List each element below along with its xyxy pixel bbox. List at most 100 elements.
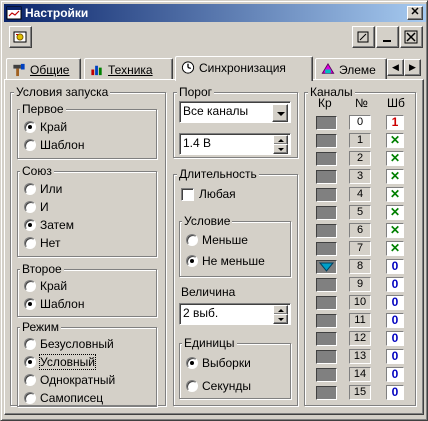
channel-number[interactable]: 12 [349,331,371,346]
channel-edge-toggle[interactable] [316,368,337,382]
channel-row: 80 [305,259,415,276]
pin-icon [357,31,369,43]
mode-group: Режим Безусловный Условный Однократный С… [17,320,157,407]
mode-conditional-radio-indicator [24,356,36,368]
channel-edge-toggle[interactable] [316,278,337,292]
channel-number[interactable]: 15 [349,385,371,400]
channel-number[interactable]: 1 [349,133,371,148]
magnitude-input[interactable]: 2 выб. [179,303,291,325]
channel-edge-toggle[interactable] [316,350,337,364]
threshold-legend: Порог [177,85,215,99]
channel-template-cell[interactable]: 0 [386,295,404,310]
threshold-decrement-button[interactable] [273,144,288,154]
channel-number[interactable]: 5 [349,205,371,220]
spin-up-icon [278,139,284,142]
channel-template-cell[interactable]: 1 [386,115,404,130]
channel-number[interactable]: 6 [349,223,371,238]
tab-technique-label: Техника [108,63,153,77]
channel-template-cell[interactable]: ✕ [386,133,404,148]
channel-row: 90 [305,277,415,294]
tab-scroll-left-button[interactable]: ◀ [387,59,404,76]
threshold-group: Порог Все каналы 1.4 В [173,85,298,158]
second-edge-radio-indicator [24,280,36,292]
tab-general[interactable]: Общие [6,58,81,79]
title-bar[interactable]: Настройки ✕ [4,4,426,22]
channel-number[interactable]: 9 [349,277,371,292]
channels-group: Каналы Кр № Шб 0 1 1 ✕ 2 ✕ 3 ✕ 4 ✕ 5 ✕ 6 ✕ 7 ✕ 8 0 9 0 10 0 11… [304,85,416,406]
channel-edge-toggle[interactable] [316,134,337,148]
close-button[interactable]: ✕ [407,6,423,20]
toolbar-settings-button[interactable] [9,26,32,48]
channel-template-cell[interactable]: ✕ [386,169,404,184]
channel-edge-toggle[interactable] [316,170,337,184]
channel-number[interactable]: 11 [349,313,371,328]
minimize-icon [383,40,391,42]
mode-legend: Режим [20,320,61,334]
channel-template-cell[interactable]: 0 [386,331,404,346]
channel-edge-toggle[interactable] [316,188,337,202]
channel-template-cell[interactable]: ✕ [386,151,404,166]
channel-number[interactable]: 13 [349,349,371,364]
channel-edge-toggle[interactable] [316,314,337,328]
channel-select-dropdown-button[interactable] [272,104,288,122]
threshold-input[interactable]: 1.4 В [179,133,291,155]
pin-button[interactable] [352,26,375,48]
channel-number[interactable]: 3 [349,169,371,184]
channel-template-cell[interactable]: ✕ [386,205,404,220]
mode-recorder-radio-indicator [24,392,36,404]
duration-legend: Длительность [177,167,259,181]
channel-template-cell[interactable]: 0 [386,313,404,328]
channel-select[interactable]: Все каналы [179,101,291,123]
mode-conditional-label: Условный [39,354,96,370]
channel-row: 5 ✕ [305,205,415,222]
channel-template-cell[interactable]: ✕ [386,241,404,256]
channel-edge-toggle[interactable] [316,224,337,238]
magnitude-decrement-button[interactable] [273,314,288,324]
channel-template-cell[interactable]: ✕ [386,223,404,238]
second-template-label: Шаблон [40,297,85,311]
arrow-left-icon: ◀ [392,62,399,72]
channel-edge-toggle[interactable] [316,260,337,274]
channel-edge-toggle[interactable] [316,206,337,220]
channel-edge-toggle[interactable] [316,116,337,130]
tab-synchronization-label: Синхронизация [199,61,286,75]
magnitude-value: 2 выб. [183,306,219,320]
second-edge-label: Край [40,279,68,293]
channel-template-cell[interactable]: ✕ [386,187,404,202]
color-palette-icon [321,62,335,74]
clock-icon [181,61,195,74]
channel-edge-toggle[interactable] [316,242,337,256]
tab-scroll-right-button[interactable]: ▶ [404,59,421,76]
union-not-label: Нет [40,236,61,250]
channel-select-value: Все каналы [183,104,249,118]
tab-synchronization[interactable]: Синхронизация [175,56,313,81]
channel-edge-toggle[interactable] [316,152,337,166]
channel-edge-toggle[interactable] [316,386,337,400]
channel-edge-toggle[interactable] [316,296,337,310]
close-panel-button[interactable] [400,26,423,48]
channel-template-cell[interactable]: 0 [386,277,404,292]
channel-template-cell[interactable]: 0 [386,385,404,400]
tab-elements[interactable]: Элеме [315,58,387,79]
start-conditions-group: Условия запуска Первое Край Шаблон Союз … [10,85,166,407]
spin-up-icon [278,309,284,312]
channel-number[interactable]: 8 [349,259,371,274]
channel-edge-toggle[interactable] [316,332,337,346]
channel-number[interactable]: 0 [349,115,371,130]
channel-number[interactable]: 10 [349,295,371,310]
union-group: Союз Или И Затем Нет [17,164,157,257]
tab-technique[interactable]: Техника [84,58,173,79]
any-duration-checkbox-box [181,188,194,201]
num-column-header: № [355,96,368,110]
channel-template-cell[interactable]: 0 [386,349,404,364]
minimize-button[interactable] [376,26,399,48]
channel-template-cell[interactable]: 0 [386,259,404,274]
channel-number[interactable]: 4 [349,187,371,202]
arrow-right-icon: ▶ [409,62,416,72]
channel-number[interactable]: 14 [349,367,371,382]
channel-number[interactable]: 7 [349,241,371,256]
channel-template-cell[interactable]: 0 [386,367,404,382]
less-label: Меньше [202,233,248,247]
channel-number[interactable]: 2 [349,151,371,166]
units-group: Единицы Выборки Секунды [179,336,291,399]
